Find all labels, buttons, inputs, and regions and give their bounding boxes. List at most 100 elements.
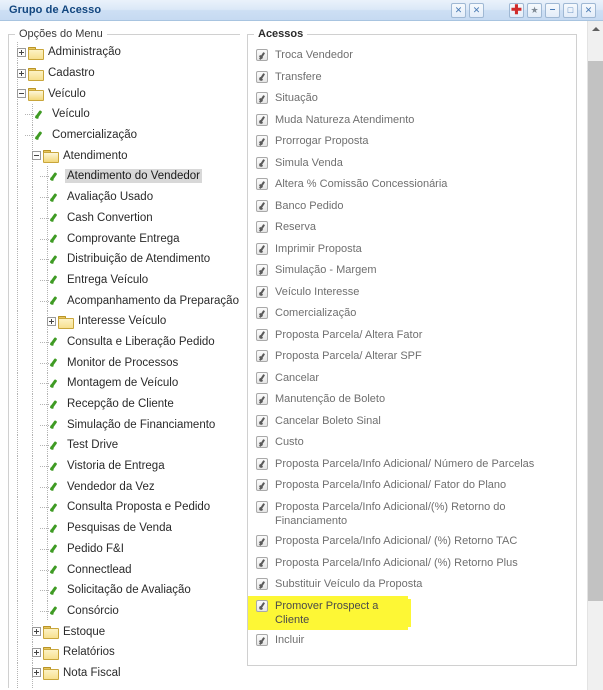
tree-node[interactable]: Consórcio — [9, 600, 239, 622]
acesso-row[interactable]: Veículo Interesse — [248, 282, 576, 304]
expand-node-icon[interactable] — [17, 68, 26, 78]
acesso-checkbox[interactable] — [256, 199, 268, 212]
tree-node[interactable]: Relatórios — [9, 641, 239, 663]
acesso-checkbox[interactable] — [256, 599, 268, 612]
acesso-row[interactable]: Prorrogar Proposta — [248, 131, 576, 153]
acesso-checkbox[interactable] — [256, 113, 268, 126]
close-tab-icon[interactable] — [451, 2, 466, 18]
tree-node[interactable]: Cadastro — [9, 62, 239, 84]
acessos-list[interactable]: Troca Vendedor Transfere Situação Muda Natu… — [248, 42, 576, 658]
acesso-row[interactable]: Proposta Parcela/Info Adicional/ (%) Ret… — [248, 531, 576, 553]
tree-node[interactable]: Distribuição de Atendimento — [9, 248, 239, 270]
acesso-row[interactable]: Proposta Parcela/ Altera Fator — [248, 325, 576, 347]
acesso-row[interactable]: Altera % Comissão Concessionária — [248, 174, 576, 196]
tree-node[interactable]: Test Drive — [9, 435, 239, 456]
acesso-checkbox[interactable] — [256, 92, 268, 104]
tree-node[interactable]: Consulta e Liberação Pedido — [9, 331, 239, 353]
acesso-checkbox[interactable] — [256, 634, 268, 647]
acesso-checkbox[interactable] — [256, 328, 268, 341]
tree-node[interactable]: Montagem de Veículo — [9, 373, 239, 394]
acesso-row[interactable]: Cancelar Boleto Sinal — [248, 411, 576, 433]
tree-node[interactable]: Interesse Veículo — [9, 310, 239, 332]
acesso-checkbox[interactable] — [256, 156, 268, 169]
acesso-checkbox[interactable] — [256, 500, 268, 513]
acesso-row[interactable]: Manutenção de Boleto — [248, 389, 576, 411]
acesso-checkbox[interactable] — [256, 307, 268, 319]
tree-node[interactable]: Vendedor da Vez — [9, 476, 239, 498]
acesso-checkbox[interactable] — [256, 135, 268, 147]
acesso-row[interactable]: Simulação - Margem — [248, 260, 576, 282]
tree-node[interactable]: Administração — [9, 42, 239, 63]
acesso-row[interactable]: Incluir — [248, 630, 576, 652]
acesso-row[interactable]: Imprimir Proposta — [248, 239, 576, 261]
tree-node[interactable]: Vistoria de Entrega — [9, 455, 239, 477]
tree-node[interactable]: Mala Direta — [9, 683, 239, 688]
tree-node[interactable]: Simulação de Financiamento — [9, 414, 239, 436]
scroll-up-arrow-icon[interactable] — [588, 21, 603, 37]
acesso-row[interactable]: Comercialização — [248, 303, 576, 325]
tree-node[interactable]: Avaliação Usado — [9, 186, 239, 208]
acesso-row[interactable]: Proposta Parcela/ Alterar SPF — [248, 346, 576, 368]
close-window-icon[interactable] — [581, 2, 596, 18]
minimize-icon[interactable] — [545, 2, 560, 18]
acesso-checkbox[interactable] — [256, 556, 268, 569]
tree-node[interactable]: Monitor de Processos — [9, 352, 239, 373]
tree-node[interactable]: Pesquisas de Venda — [9, 517, 239, 539]
tree-node[interactable]: Recepção de Cliente — [9, 393, 239, 415]
tree-node[interactable]: Veículo — [9, 104, 239, 125]
acesso-checkbox[interactable] — [256, 414, 268, 427]
scrollbar-thumb[interactable] — [588, 61, 603, 601]
tree-node[interactable]: Connectlead — [9, 559, 239, 580]
acesso-checkbox[interactable] — [256, 49, 268, 61]
tree-node[interactable]: Cash Convertion — [9, 207, 239, 229]
acesso-row[interactable]: Simula Venda — [248, 153, 576, 175]
acesso-checkbox[interactable] — [256, 178, 268, 190]
acesso-checkbox[interactable] — [256, 70, 268, 83]
acesso-row[interactable]: Troca Vendedor — [248, 45, 576, 67]
collapse-node-icon[interactable] — [17, 89, 26, 99]
close-all-tabs-icon[interactable] — [469, 2, 484, 18]
acesso-checkbox[interactable] — [256, 350, 268, 362]
acesso-row[interactable]: Banco Pedido — [248, 196, 576, 218]
acesso-row[interactable]: Muda Natureza Atendimento — [248, 110, 576, 132]
tree-node[interactable]: Atendimento — [9, 145, 239, 167]
tree-node[interactable]: Nota Fiscal — [9, 662, 239, 684]
expand-node-icon[interactable] — [32, 627, 41, 637]
maximize-icon[interactable] — [563, 2, 578, 18]
acesso-row[interactable]: Proposta Parcela/Info Adicional/ Número … — [248, 454, 576, 476]
acesso-row[interactable]: Substituir Veículo da Proposta — [248, 574, 576, 596]
acesso-row[interactable]: Situação — [248, 88, 576, 110]
acesso-row[interactable]: Cancelar — [248, 368, 576, 390]
acesso-checkbox[interactable] — [256, 535, 268, 548]
acesso-checkbox[interactable] — [256, 264, 268, 276]
tree-node[interactable]: Estoque — [9, 621, 239, 642]
tree-node[interactable]: Consulta Proposta e Pedido — [9, 497, 239, 518]
menu-tree[interactable]: Administração Cadastro Veículo Veículo Comer… — [9, 40, 239, 688]
acesso-row[interactable]: Reserva — [248, 217, 576, 239]
acesso-checkbox[interactable] — [256, 393, 268, 405]
tree-node[interactable]: Pedido F&I — [9, 538, 239, 560]
tree-node[interactable]: Entrega Veículo — [9, 269, 239, 291]
tree-node[interactable]: Solicitação de Avaliação — [9, 579, 239, 601]
expand-node-icon[interactable] — [32, 668, 41, 678]
acesso-checkbox[interactable] — [256, 242, 268, 255]
add-icon[interactable] — [509, 2, 524, 18]
window-vertical-scrollbar[interactable] — [587, 21, 603, 690]
expand-node-icon[interactable] — [47, 316, 56, 326]
acesso-checkbox[interactable] — [256, 436, 268, 448]
acesso-checkbox[interactable] — [256, 578, 268, 591]
expand-node-icon[interactable] — [17, 47, 26, 57]
acesso-checkbox[interactable] — [256, 457, 268, 470]
acesso-row-highlighted[interactable]: Promover Prospect a Cliente — [248, 595, 408, 631]
acesso-checkbox[interactable] — [256, 479, 268, 491]
acesso-row[interactable]: Proposta Parcela/Info Adicional/ (%) Ret… — [248, 553, 576, 575]
acesso-row[interactable]: Proposta Parcela/Info Adicional/ Fator d… — [248, 475, 576, 497]
expand-node-icon[interactable] — [32, 647, 41, 657]
acesso-checkbox[interactable] — [256, 285, 268, 298]
collapse-node-icon[interactable] — [32, 151, 41, 161]
tree-node[interactable]: Acompanhamento da Preparação — [9, 290, 239, 311]
acesso-checkbox[interactable] — [256, 221, 268, 233]
acesso-row[interactable]: Transfere — [248, 67, 576, 89]
tree-node[interactable]: Comercialização — [9, 124, 239, 146]
acesso-checkbox[interactable] — [256, 371, 268, 384]
